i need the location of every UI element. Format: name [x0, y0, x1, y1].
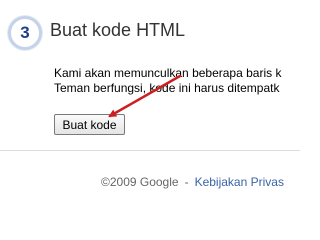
step-description: Kami akan memunculkan beberapa baris k T…: [54, 66, 281, 96]
step-title: Buat kode HTML: [50, 20, 186, 40]
description-line-1: Kami akan memunculkan beberapa baris k: [54, 66, 282, 80]
footer-divider: [0, 150, 300, 151]
step-number-badge: 3: [8, 16, 42, 50]
page: 3 Buat kode HTML Kami akan memunculkan b…: [0, 0, 300, 202]
copyright-text: ©2009 Google: [101, 175, 179, 189]
step-number: 3: [20, 23, 30, 42]
description-line-2: Teman berfungsi, kode ini harus ditempat…: [54, 81, 280, 95]
privacy-policy-link[interactable]: Kebijakan Privas: [195, 175, 284, 189]
footer-separator: -: [184, 175, 189, 189]
create-code-button[interactable]: Buat kode: [54, 114, 125, 135]
footer: ©2009 Google - Kebijakan Privas: [101, 175, 284, 189]
